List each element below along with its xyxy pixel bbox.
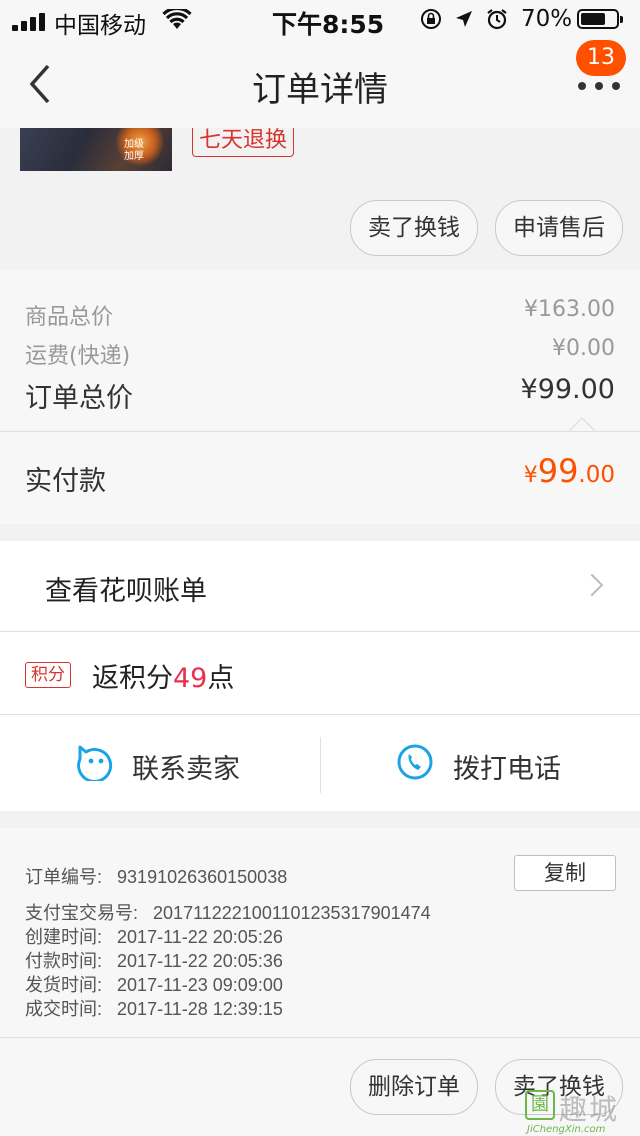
goods-total-value: ¥163.00 (524, 297, 615, 322)
order-total-label: 订单总价 (25, 383, 133, 414)
divider (320, 737, 321, 793)
nav-bar: 订单详情 (0, 40, 640, 128)
site-watermark: 園 趣城 JiChengXin.com (525, 1086, 640, 1136)
delete-order-button[interactable]: 删除订单 (350, 1059, 478, 1115)
points-tag: 积分 (25, 662, 71, 688)
notification-badge: 13 (576, 40, 626, 76)
battery-percent: 70% (521, 6, 573, 32)
battery-icon (577, 9, 623, 29)
service-tag: 七天退换 (192, 128, 295, 157)
apply-aftersale-button[interactable]: 申请售后 (495, 200, 623, 256)
rotation-lock-icon (420, 8, 442, 36)
watermark-text: 趣城 (559, 1093, 620, 1126)
points-row: 积分 返积分49点 (0, 632, 640, 714)
shipping-label: 运费(快递) (25, 344, 131, 369)
completed-time-line: 成交时间: 2017-11-28 12:39:15 (25, 999, 283, 1019)
call-phone-label[interactable]: 拨打电话 (453, 747, 561, 786)
points-text: 返积分49点 (92, 663, 235, 694)
divider (0, 431, 640, 432)
shipped-time-line: 发货时间: 2017-11-23 09:09:00 (25, 975, 283, 995)
wifi-icon (162, 6, 192, 37)
location-arrow-icon (454, 9, 474, 35)
amount-paid-value: ¥99.00 (523, 452, 615, 490)
alarm-icon (486, 8, 508, 36)
order-number-line: 订单编号: 93191026360150038 (25, 867, 288, 887)
order-number: 93191026360150038 (117, 867, 288, 887)
sell-for-cash-button[interactable]: 卖了换钱 (350, 200, 478, 256)
created-time-line: 创建时间: 2017-11-22 20:05:26 (25, 927, 283, 947)
watermark-site: JiChengXin.com (527, 1124, 606, 1135)
order-info: 订单编号: 93191026360150038 复制 支付宝交易号: 20171… (0, 828, 640, 1038)
amount-paid-label: 实付款 (25, 466, 106, 497)
amount-paid-row: 实付款 ¥99.00 (0, 432, 640, 524)
product-section: 加级 加厚 七天退换 卖了换钱 申请售后 (0, 128, 640, 270)
huabei-bill-row[interactable]: 查看花呗账单 (0, 541, 640, 631)
shipping-value: ¥0.00 (552, 336, 615, 361)
copy-button[interactable]: 复制 (514, 855, 616, 891)
alipay-trade-line: 支付宝交易号: 2017112221001101235317901474 (25, 903, 431, 923)
points-number: 49 (173, 663, 208, 694)
contact-seller-button[interactable] (76, 743, 114, 785)
chevron-right-icon (580, 573, 604, 597)
goods-total-label: 商品总价 (25, 305, 114, 330)
call-phone-button[interactable] (396, 743, 434, 785)
product-thumbnail[interactable]: 加级 加厚 (20, 128, 172, 171)
watermark-logo-icon: 園 (525, 1090, 555, 1120)
chat-face-icon (77, 745, 113, 783)
paid-time-line: 付款时间: 2017-11-22 20:05:36 (25, 951, 283, 971)
order-total-value: ¥99.00 (520, 374, 615, 405)
clock-time: 下午8:55 (272, 10, 385, 39)
carrier-name: 中国移动 (54, 13, 146, 39)
huabei-bill-label: 查看花呗账单 (45, 576, 207, 607)
contact-bar: 联系卖家 拨打电话 (0, 715, 640, 811)
phone-icon (397, 744, 433, 780)
thumb-tag-2: 加厚 (124, 151, 144, 162)
page-title: 订单详情 (252, 70, 388, 110)
status-bar: 中国移动 下午8:55 70% (0, 0, 640, 40)
thumb-tag-1: 加级 (124, 139, 144, 150)
contact-seller-label[interactable]: 联系卖家 (132, 747, 240, 786)
price-summary: 商品总价 ¥163.00 运费(快递) ¥0.00 订单总价 ¥99.00 (0, 270, 640, 430)
signal-icon (12, 13, 45, 31)
